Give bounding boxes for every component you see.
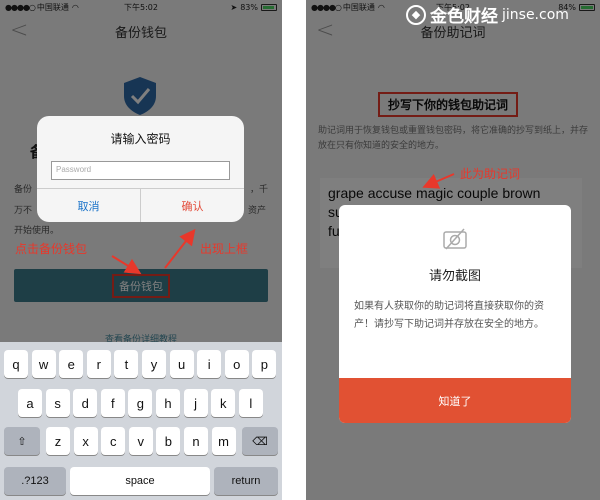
no-camera-icon — [443, 228, 467, 250]
space-key[interactable]: space — [70, 467, 210, 495]
annotation-arrows — [111, 228, 196, 275]
left-phone-screen: ●●●●○ 中国联通 ◠ 下午5:02 ➤ 83% < 备份钱包 备 备份 万不… — [0, 0, 282, 500]
key-b[interactable]: b — [156, 427, 181, 455]
key-k[interactable]: k — [211, 389, 236, 417]
key-y[interactable]: y — [142, 350, 166, 378]
key-r[interactable]: r — [86, 350, 111, 378]
key-h[interactable]: h — [156, 389, 180, 417]
key-m[interactable]: m — [211, 427, 236, 455]
key-j[interactable]: j — [183, 389, 208, 417]
numbers-key[interactable]: .?123 — [4, 467, 66, 495]
key-g[interactable]: g — [128, 389, 153, 417]
arrow-to-alert — [164, 228, 196, 269]
key-c[interactable]: c — [101, 427, 126, 455]
key-d[interactable]: d — [73, 389, 98, 417]
key-n[interactable]: n — [184, 427, 208, 455]
key-e[interactable]: e — [59, 350, 84, 378]
modal-title: 请勿截图 — [428, 269, 481, 284]
key-q[interactable]: q — [4, 350, 28, 378]
key-o[interactable]: o — [224, 350, 249, 378]
key-p[interactable]: p — [252, 350, 277, 378]
delete-key[interactable]: ⌫ — [242, 427, 278, 455]
key-w[interactable]: w — [31, 350, 56, 378]
key-t[interactable]: t — [114, 350, 139, 378]
key-s[interactable]: s — [45, 389, 70, 417]
keyboard: ⇧ ⌫ .?123 space return qwertyuiop asdfghj… — [0, 342, 282, 500]
key-l[interactable]: l — [238, 389, 263, 417]
shift-key[interactable]: ⇧ — [4, 427, 40, 455]
key-x[interactable]: x — [73, 427, 98, 455]
key-v[interactable]: v — [128, 427, 153, 455]
panel-gutter — [282, 0, 306, 500]
got-it-button[interactable]: 知道了 — [339, 378, 571, 423]
key-f[interactable]: f — [100, 389, 125, 417]
no-screenshot-modal: 请勿截图 如果有人获取你的助记词将直接获取你的资产！请抄写下助记词并存放在安全的… — [339, 205, 571, 423]
logo-site: jinse.com — [502, 6, 569, 23]
logo-mark-icon: ◆ — [406, 4, 426, 25]
key-a[interactable]: a — [18, 389, 42, 417]
logo-text: 金色财经 — [430, 7, 498, 27]
key-z[interactable]: z — [46, 427, 70, 455]
key-i[interactable]: i — [197, 350, 222, 378]
key-u[interactable]: u — [169, 350, 194, 378]
arrow-to-button — [111, 255, 142, 275]
site-logo: ◆ 金色财经 jinse.com — [406, 2, 569, 27]
right-phone-screen: ●●●●○ 中国联通 ◠ 下午5:02 84% < 备份助记词 抄写下你的钱包助… — [306, 0, 600, 500]
arrow-to-mnemonic — [422, 173, 455, 189]
return-key[interactable]: return — [214, 467, 278, 495]
modal-body: 如果有人获取你的助记词将直接获取你的资产！请抄写下助记词并存放在安全的地方。 — [354, 301, 544, 330]
